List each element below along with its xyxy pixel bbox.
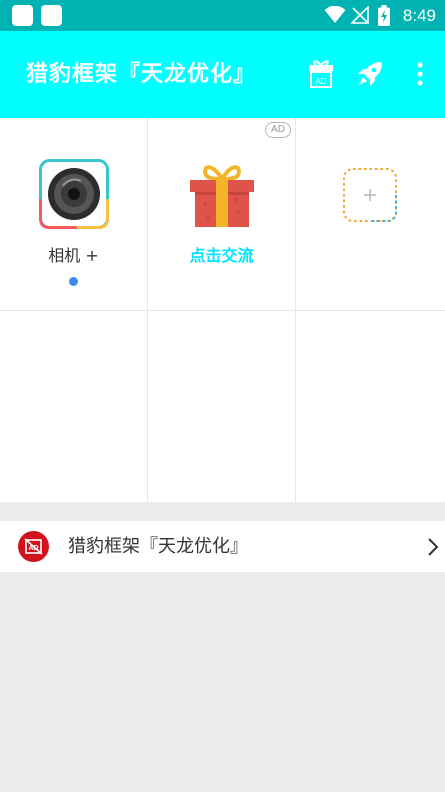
grid-item-label: 点击交流 xyxy=(189,246,254,265)
camera-app-icon xyxy=(39,159,109,229)
grid-item-gift[interactable]: AD 点击交流 xyxy=(148,118,296,311)
status-time: 8:49 xyxy=(402,6,436,25)
add-app-icon xyxy=(343,168,397,222)
grid-item-camera[interactable]: 相机 + xyxy=(0,118,148,311)
signal-icon xyxy=(351,6,369,24)
grid-item-add[interactable] xyxy=(296,118,445,311)
ad-block-icon: AD xyxy=(18,531,49,562)
grid-empty-cell xyxy=(148,311,296,502)
list-item-ad-settings[interactable]: AD 猎豹框架『天龙优化』 xyxy=(0,521,445,572)
status-bar: 8:49 xyxy=(0,0,445,31)
grid-empty-cell xyxy=(0,311,148,502)
chevron-right-icon xyxy=(428,538,439,556)
new-indicator-dot xyxy=(69,277,78,286)
wifi-icon xyxy=(324,6,346,23)
rocket-icon[interactable] xyxy=(355,59,385,89)
gift-icon xyxy=(190,165,254,227)
grid-item-label: 相机 + xyxy=(48,246,99,265)
list-item-label: 猎豹框架『天龙优化』 xyxy=(68,536,248,557)
ad-badge: AD xyxy=(265,122,291,138)
app-grid: 相机 + AD 点击交流 xyxy=(0,118,445,502)
grid-empty-cell xyxy=(296,311,445,502)
battery-icon xyxy=(378,5,390,26)
svg-text:AD: AD xyxy=(315,77,326,86)
notification-icon xyxy=(12,5,33,26)
more-vert-icon[interactable] xyxy=(405,59,435,89)
notification-icon xyxy=(41,5,62,26)
page-title: 猎豹框架『天龙优化』 xyxy=(26,62,257,87)
app-bar: 猎豹框架『天龙优化』 AD xyxy=(0,31,445,118)
gift-ad-icon[interactable]: AD xyxy=(306,59,336,89)
